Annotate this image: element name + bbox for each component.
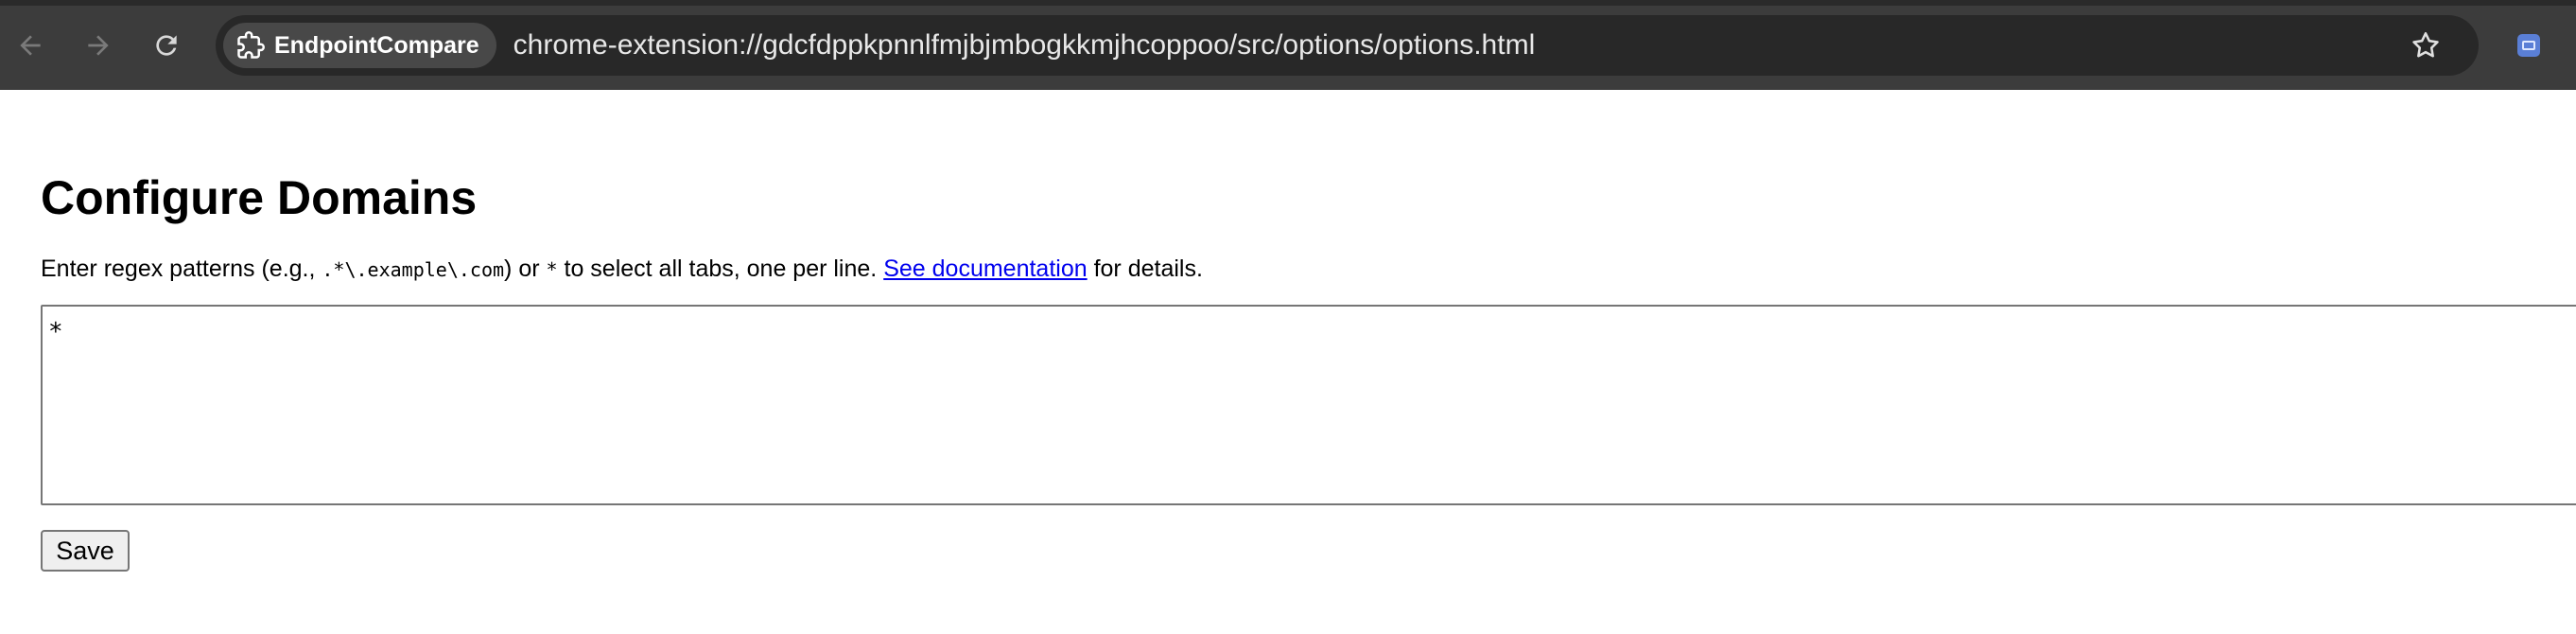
extension-chip[interactable]: EndpointCompare [223,23,496,68]
reload-button[interactable] [144,23,189,68]
url-text[interactable]: chrome-extension://gdcfdppkpnnlfmjbjmbog… [513,29,1536,62]
save-button[interactable]: Save [41,530,130,572]
forward-arrow-icon [88,35,109,56]
domains-textarea[interactable]: * [41,305,2576,505]
star-icon [2412,31,2439,58]
page-title: Configure Domains [41,171,478,224]
address-bar[interactable]: EndpointCompare chrome-extension://gdcfd… [216,15,2479,76]
back-arrow-icon [20,35,41,56]
back-button[interactable] [8,23,53,68]
documentation-link[interactable]: See documentation [883,255,1087,282]
example-pattern-code: .*\.example\.com [322,258,505,281]
puzzle-piece-icon [237,31,265,59]
instructions-text: Enter regex patterns (e.g., .*\.example\… [41,255,1203,282]
reload-icon [156,35,177,56]
extension-icon[interactable] [2517,34,2540,57]
forward-button[interactable] [76,23,121,68]
bookmark-button[interactable] [2405,25,2446,66]
extension-chip-label: EndpointCompare [274,31,479,59]
browser-toolbar: EndpointCompare chrome-extension://gdcfd… [0,0,2576,90]
wildcard-code: * [546,258,558,281]
